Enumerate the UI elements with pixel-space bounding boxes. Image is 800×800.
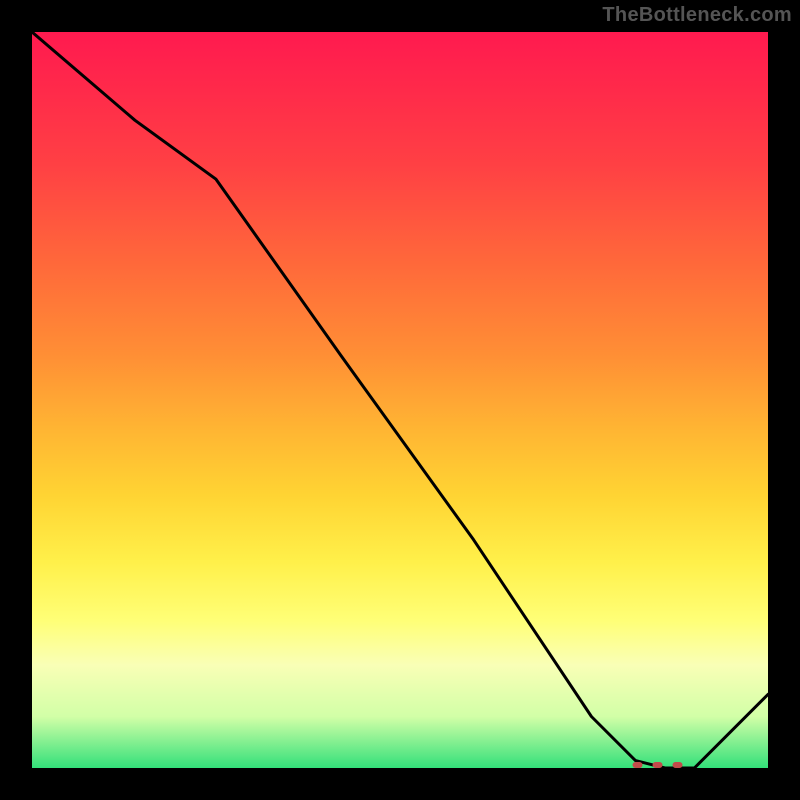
watermark-label: TheBottleneck.com (602, 4, 792, 27)
bottleneck-curve (32, 32, 768, 768)
plot-overlay (32, 32, 768, 768)
chart-canvas: TheBottleneck.com (0, 0, 800, 800)
plot-outer-frame (32, 32, 768, 768)
